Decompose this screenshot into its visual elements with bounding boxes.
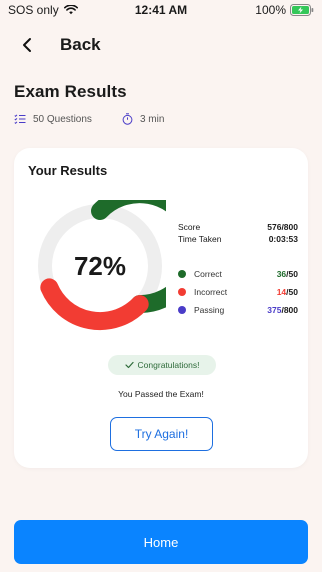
score-row: Score 576/800	[178, 221, 298, 233]
duration-meta: 3 min	[122, 113, 164, 125]
back-label: Back	[60, 35, 101, 54]
card-title: Your Results	[28, 163, 108, 178]
legend-total: /50	[286, 269, 298, 279]
congratulations-badge: Congratulations!	[108, 355, 216, 375]
battery-charging-icon	[290, 4, 314, 16]
home-button[interactable]: Home	[14, 520, 308, 564]
legend-total: /800	[281, 305, 298, 315]
correct-dot-icon	[178, 270, 186, 278]
score-percent: 72%	[73, 250, 127, 281]
duration-text: 3 min	[139, 113, 165, 125]
incorrect-dot-icon	[178, 288, 186, 296]
legend-total: /50	[286, 287, 298, 297]
battery-text: 100%	[255, 3, 286, 17]
legend-value-wrap: 375/800	[267, 305, 298, 315]
score-stats: Score 576/800 Time Taken 0:03:53	[178, 221, 298, 245]
header: Back	[14, 32, 101, 58]
legend-value: 375	[267, 305, 282, 315]
score-label: Score	[178, 222, 201, 232]
results-card: Your Results 72% Score 576/800 Time Take…	[14, 148, 308, 468]
legend-incorrect: Incorrect 14/50	[178, 283, 298, 301]
questions-meta: 50 Questions	[14, 114, 92, 125]
time-label: Time Taken	[178, 234, 222, 244]
try-again-button[interactable]: Try Again!	[110, 417, 213, 451]
legend-passing: Passing 375/800	[178, 301, 298, 319]
legend-label: Correct	[194, 269, 222, 279]
legend-correct: Correct 36/50	[178, 265, 298, 283]
passing-dot-icon	[178, 306, 186, 314]
score-value: 576/800	[267, 222, 298, 232]
timer-icon	[122, 113, 133, 125]
status-right: 100%	[255, 3, 314, 17]
back-button[interactable]: Back	[14, 32, 101, 58]
exam-meta: 50 Questions 3 min	[14, 113, 164, 125]
chevron-left-icon	[14, 32, 40, 58]
legend-label: Passing	[194, 305, 225, 315]
status-bar: SOS only 12:41 AM 100%	[0, 0, 322, 20]
questions-count: 50 Questions	[33, 113, 92, 125]
legend-label: Incorrect	[194, 287, 228, 297]
results-legend: Correct 36/50 Incorrect 14/50 Passing 37…	[178, 265, 298, 319]
legend-value: 36	[276, 269, 287, 279]
legend-value: 14	[276, 287, 287, 297]
congrats-text: Congratulations!	[137, 360, 200, 370]
legend-value-wrap: 36/50	[277, 269, 298, 279]
legend-value-wrap: 14/50	[277, 287, 298, 297]
list-icon	[14, 114, 26, 124]
time-row: Time Taken 0:03:53	[178, 233, 298, 245]
check-icon	[124, 361, 134, 369]
passed-message: You Passed the Exam!	[118, 389, 204, 399]
page-title: Exam Results	[14, 82, 127, 101]
time-value: 0:03:53	[268, 234, 298, 244]
